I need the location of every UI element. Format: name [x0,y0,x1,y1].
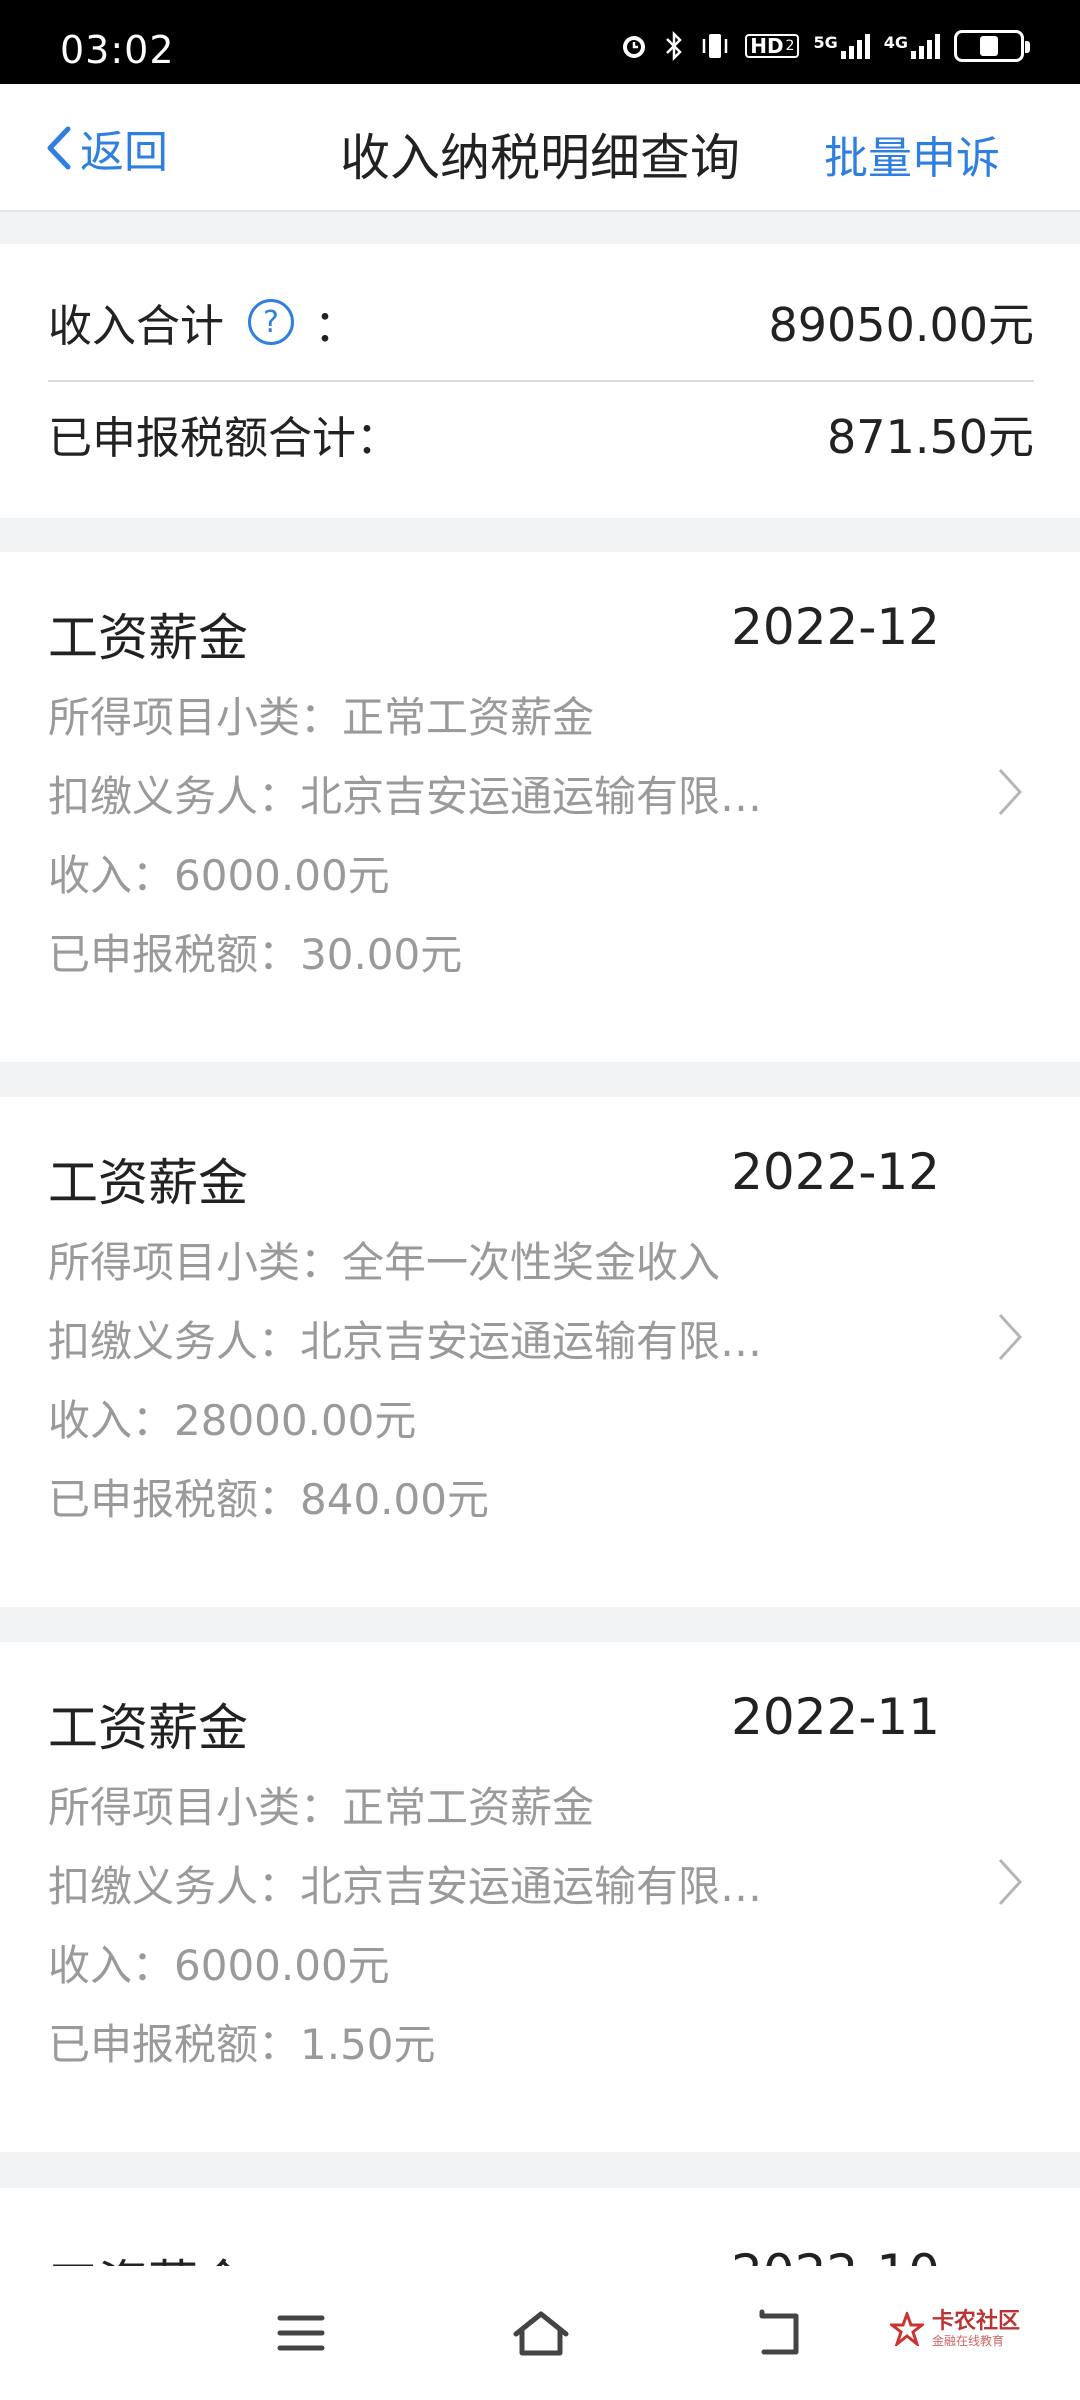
watermark-subtext: 金融在线教育 [931,2334,1004,2348]
battery-icon [954,30,1030,62]
watermark-logo-icon [889,2312,924,2346]
record-tax: 已申报税额：30.00元 [48,930,463,979]
summary-panel: 收入合计 ? ： 89050.00元 已申报税额合计： 871.50元 [0,244,1080,518]
watermark: 卡农社区 金融在线教育 [889,2309,1020,2348]
bluetooth-icon [663,30,685,62]
record-card[interactable]: 工资薪金 2022-11 所得项目小类：正常工资薪金 扣缴义务人：北京吉安运通运… [0,1642,1080,2152]
signal-4g-icon: 4G [884,33,940,59]
chevron-right-icon [998,768,1023,816]
tax-total-label: 已申报税额合计： [48,413,400,464]
tax-total-row: 已申报税额合计： 871.50元 [48,404,1034,464]
record-subcategory: 所得项目小类：全年一次性奖金收入 [48,1238,721,1287]
record-withholder: 扣缴义务人：北京吉安运通运输有限… [48,772,763,821]
record-title: 工资薪金 [48,1699,248,1757]
record-tax: 已申报税额：1.50元 [48,2020,436,2069]
hd-icon: HD 2 [745,34,800,58]
back-icon[interactable] [754,2308,804,2358]
record-date: 2022-12 [731,598,940,656]
status-bar: 03:02 HD 2 5G 4G [0,0,1080,84]
income-total-row: 收入合计 ? ： 89050.00元 [48,292,1034,352]
chevron-right-icon [998,1858,1023,1906]
record-date: 2022-11 [731,1688,940,1746]
income-total-label: 收入合计 [48,301,224,352]
record-withholder: 扣缴义务人：北京吉安运通运输有限… [48,1317,763,1366]
record-subcategory: 所得项目小类：正常工资薪金 [48,1783,595,1832]
record-income: 收入：28000.00元 [48,1396,417,1445]
record-card[interactable]: 工资薪金 2022-12 所得项目小类：正常工资薪金 扣缴义务人：北京吉安运通运… [0,552,1080,1062]
help-icon[interactable]: ? [248,299,294,345]
vibrate-icon [699,31,731,61]
record-subcategory: 所得项目小类：正常工资薪金 [48,693,595,742]
record-title: 工资薪金 [48,609,248,667]
record-withholder: 扣缴义务人：北京吉安运通运输有限… [48,1862,763,1911]
nav-bar: 返回 收入纳税明细查询 批量申诉 [0,84,1080,212]
tax-total-value: 871.50元 [827,410,1034,464]
alarm-icon [619,31,649,61]
income-total-colon: ： [314,301,358,352]
watermark-text: 卡农社区 [931,2309,1020,2334]
status-time: 03:02 [60,28,175,72]
income-total-value: 89050.00元 [768,298,1035,352]
record-card[interactable]: 工资薪金 2022-12 所得项目小类：全年一次性奖金收入 扣缴义务人：北京吉安… [0,1097,1080,1607]
record-tax: 已申报税额：840.00元 [48,1475,489,1524]
record-date: 2022-12 [731,1143,940,1201]
status-icons: HD 2 5G 4G [619,26,1030,66]
divider [48,380,1034,382]
record-income: 收入：6000.00元 [48,1941,390,1990]
signal-5g-icon: 5G [813,33,870,59]
record-title: 工资薪金 [48,1154,248,1212]
menu-icon[interactable] [276,2308,326,2358]
system-nav-bar: 卡农社区 金融在线教育 [0,2266,1080,2400]
batch-appeal-button[interactable]: 批量申诉 [824,122,1000,186]
record-income: 收入：6000.00元 [48,851,390,900]
chevron-right-icon [998,1313,1023,1361]
home-icon[interactable] [512,2308,570,2358]
